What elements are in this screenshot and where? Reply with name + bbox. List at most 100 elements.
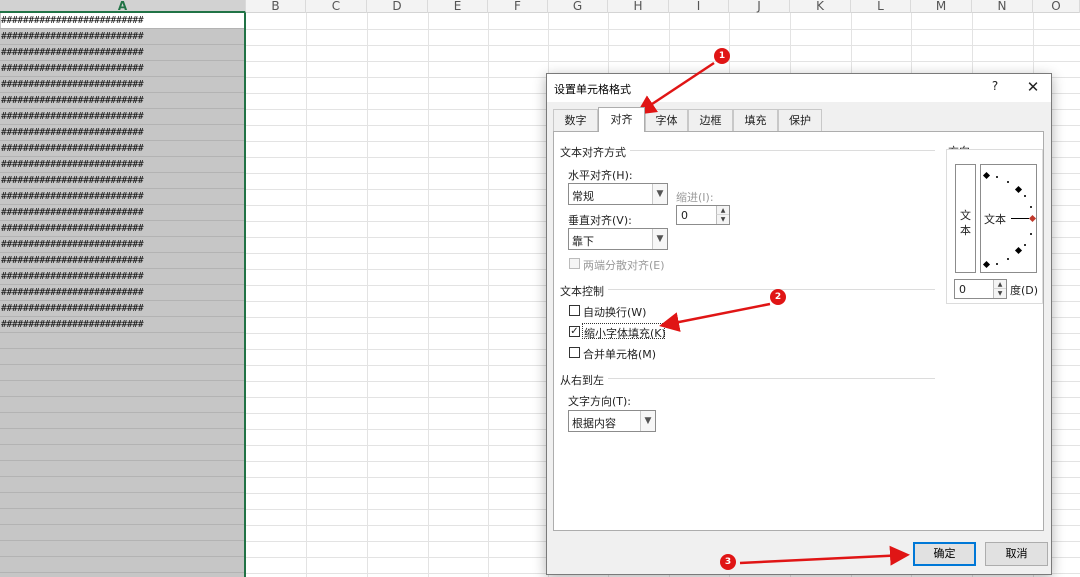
column-a-row-line — [0, 476, 244, 477]
dial-marker-icon — [982, 171, 991, 180]
hash-overflow-cell[interactable]: ########################## — [1, 317, 144, 333]
column-header-g[interactable]: G — [548, 0, 608, 13]
column-header-row: A B C D E F G H I J K L M N O — [0, 0, 1080, 13]
help-button[interactable]: ? — [987, 79, 1003, 97]
cancel-button[interactable]: 取消 — [985, 542, 1048, 566]
hash-overflow-cell[interactable]: ########################## — [1, 109, 144, 125]
hash-overflow-cell[interactable]: ########################## — [1, 125, 144, 141]
tab-alignment[interactable]: 对齐 — [598, 107, 645, 132]
grid-row-line — [246, 45, 1080, 46]
column-a-row-line — [0, 396, 244, 397]
chevron-down-icon: ▼ — [652, 184, 667, 204]
dial-marker-icon — [982, 260, 991, 269]
hash-overflow-cell[interactable]: ########################## — [1, 301, 144, 317]
hash-overflow-cell[interactable]: ########################## — [1, 285, 144, 301]
column-header-a[interactable]: A — [0, 0, 246, 13]
hash-overflow-cell[interactable]: ########################## — [1, 189, 144, 205]
spin-up-icon[interactable]: ▲ — [716, 206, 729, 215]
column-header-d[interactable]: D — [367, 0, 428, 13]
hash-overflow-cell[interactable]: ########################## — [1, 13, 244, 29]
column-header-o[interactable]: O — [1033, 0, 1080, 13]
column-header-l[interactable]: L — [851, 0, 911, 13]
alignment-panel: 文本对齐方式 水平对齐(H): 常规 ▼ 缩进(I): 0 ▲ ▼ 垂直对齐(V… — [553, 131, 1044, 531]
dial-tick-icon — [1030, 233, 1032, 235]
selected-column-a[interactable]: ########################## ##############… — [0, 13, 246, 577]
orientation-dial[interactable]: 文本 — [980, 164, 1037, 273]
tab-font[interactable]: 字体 — [645, 109, 688, 131]
dial-tick-icon — [996, 263, 998, 265]
degrees-label: 度(D) — [1010, 284, 1039, 297]
hash-overflow-cell[interactable]: ########################## — [1, 237, 144, 253]
degrees-spinner[interactable]: 0 ▲ ▼ — [954, 279, 1007, 299]
horizontal-align-select[interactable]: 常规 ▼ — [568, 183, 668, 205]
tab-fill[interactable]: 填充 — [733, 109, 778, 131]
close-button[interactable]: ✕ — [1024, 78, 1042, 96]
text-direction-label: 文字方向(T): — [568, 395, 632, 408]
dial-marker-icon — [1014, 246, 1023, 255]
vertical-text-char: 文 — [960, 209, 971, 222]
spin-down-icon[interactable]: ▼ — [993, 289, 1006, 298]
column-header-m[interactable]: M — [911, 0, 972, 13]
column-header-j[interactable]: J — [729, 0, 790, 13]
column-a-row-line — [0, 444, 244, 445]
dial-handle-icon[interactable] — [1028, 214, 1037, 223]
spin-down-icon[interactable]: ▼ — [716, 215, 729, 224]
hash-overflow-cell[interactable]: ########################## — [1, 93, 144, 109]
column-header-b[interactable]: B — [246, 0, 306, 13]
column-a-row-line — [0, 508, 244, 509]
hash-overflow-cell[interactable]: ########################## — [1, 269, 144, 285]
text-alignment-group-title: 文本对齐方式 — [560, 144, 630, 160]
text-direction-select[interactable]: 根据内容 ▼ — [568, 410, 656, 432]
justify-distributed-label: 两端分散对齐(E) — [583, 259, 665, 272]
hash-overflow-cell[interactable]: ########################## — [1, 205, 144, 221]
column-a-row-line — [0, 572, 244, 573]
indent-spinner[interactable]: 0 ▲ ▼ — [676, 205, 730, 225]
column-header-i[interactable]: I — [669, 0, 729, 13]
hash-overflow-cell[interactable]: ########################## — [1, 77, 144, 93]
spin-up-icon[interactable]: ▲ — [993, 280, 1006, 289]
indent-value: 0 — [681, 209, 688, 222]
hash-overflow-cell[interactable]: ########################## — [1, 61, 144, 77]
dialog-titlebar[interactable]: 设置单元格格式 ? ✕ — [547, 74, 1051, 102]
merge-cells-checkbox[interactable] — [569, 347, 580, 358]
ok-button[interactable]: 确定 — [913, 542, 976, 566]
grid-row-line — [246, 29, 1080, 30]
column-a-row-line — [0, 412, 244, 413]
hash-overflow-cell[interactable]: ########################## — [1, 173, 144, 189]
indent-label: 缩进(I): — [676, 191, 714, 204]
shrink-to-fit-checkbox[interactable]: ✓ — [569, 326, 580, 337]
text-direction-value: 根据内容 — [572, 417, 616, 430]
column-header-e[interactable]: E — [428, 0, 488, 13]
dial-marker-icon — [1014, 185, 1023, 194]
rtl-group-title: 从右到左 — [560, 372, 608, 388]
hash-overflow-cell[interactable]: ########################## — [1, 29, 144, 45]
tab-protection[interactable]: 保护 — [778, 109, 822, 131]
column-a-row-line — [0, 556, 244, 557]
column-header-f[interactable]: F — [488, 0, 548, 13]
hash-overflow-cell[interactable]: ########################## — [1, 141, 144, 157]
dial-text: 文本 — [984, 213, 1006, 226]
shrink-to-fit-label: 缩小字体填充(K) — [584, 327, 666, 340]
hash-overflow-cell[interactable]: ########################## — [1, 157, 144, 173]
column-a-row-line — [0, 540, 244, 541]
column-a-row-line — [0, 492, 244, 493]
hash-overflow-cell[interactable]: ########################## — [1, 45, 144, 61]
vertical-align-select[interactable]: 靠下 ▼ — [568, 228, 668, 250]
hash-overflow-cell[interactable]: ########################## — [1, 253, 144, 269]
wrap-text-checkbox[interactable] — [569, 305, 580, 316]
dial-tick-icon — [1024, 244, 1026, 246]
column-header-h[interactable]: H — [608, 0, 669, 13]
column-a-row-line — [0, 524, 244, 525]
dial-tick-icon — [996, 176, 998, 178]
merge-cells-label: 合并单元格(M) — [583, 348, 657, 361]
justify-distributed-checkbox[interactable] — [569, 258, 580, 269]
vertical-text-button[interactable]: 文 本 — [955, 164, 976, 273]
hash-overflow-cell[interactable]: ########################## — [1, 221, 144, 237]
orientation-box: 文 本 文本 0 ▲ ▼ 度(D) — [946, 149, 1043, 304]
tab-border[interactable]: 边框 — [688, 109, 733, 131]
tab-number[interactable]: 数字 — [553, 109, 598, 131]
dialog-title: 设置单元格格式 — [554, 83, 631, 96]
column-header-k[interactable]: K — [790, 0, 851, 13]
column-header-n[interactable]: N — [972, 0, 1033, 13]
column-header-c[interactable]: C — [306, 0, 367, 13]
